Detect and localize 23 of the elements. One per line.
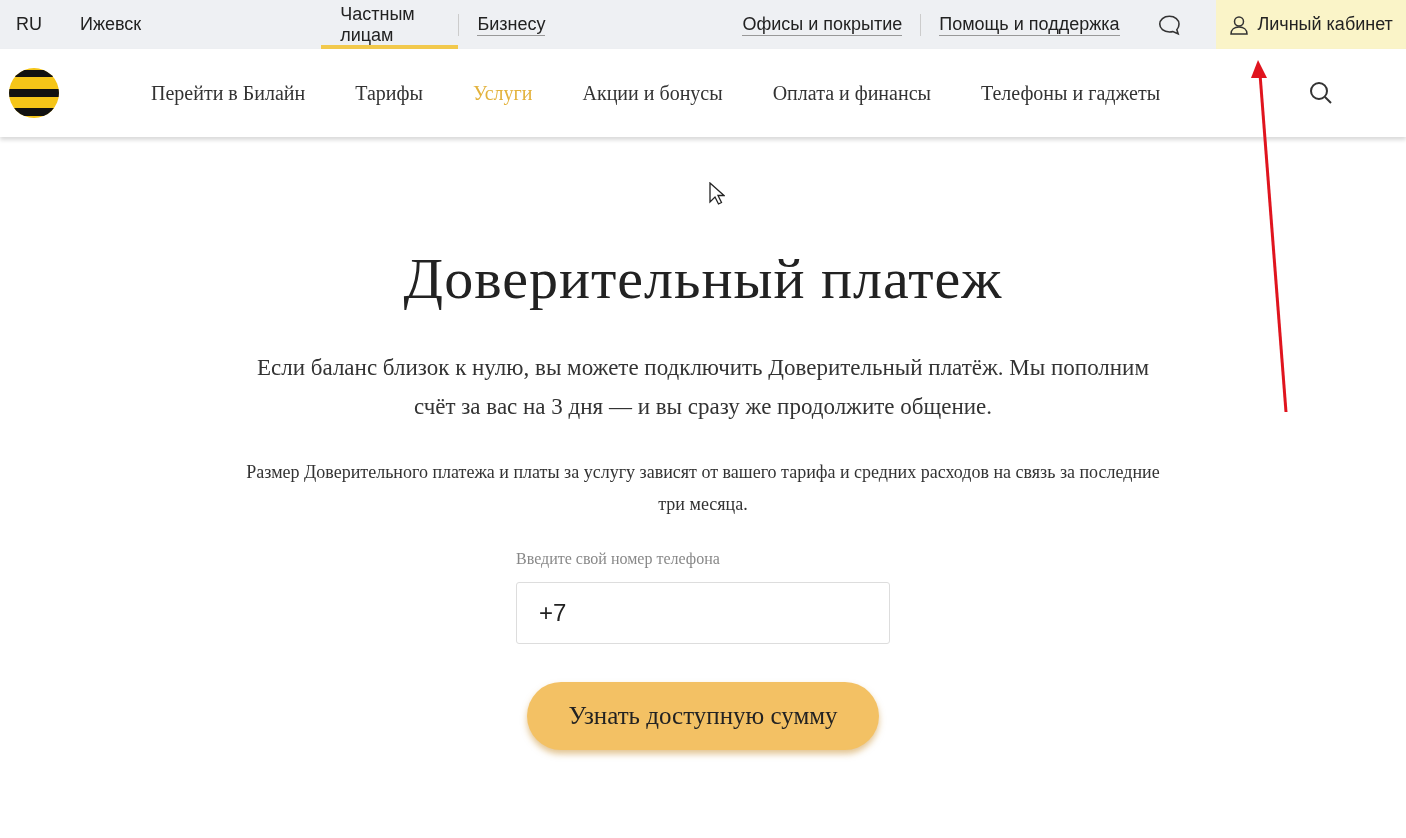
user-icon (1229, 14, 1250, 35)
logo-icon[interactable] (9, 68, 59, 118)
account-button[interactable]: Личный кабинет (1216, 0, 1406, 49)
language-link[interactable]: RU (16, 14, 42, 35)
top-link[interactable]: Помощь и поддержка (939, 13, 1120, 36)
submit-button[interactable]: Узнать доступную сумму (527, 682, 879, 750)
nav-link[interactable]: Оплата и финансы (772, 81, 931, 105)
search-icon[interactable] (1309, 81, 1333, 105)
segment-tab[interactable]: Бизнесу (458, 0, 565, 49)
field-label: Введите свой номер телефона (516, 550, 721, 568)
nav-link[interactable]: Перейти в Билайн (151, 81, 306, 105)
note-paragraph: Размер Доверительного платежа и платы за услугу зависят от вашего тарифа и средних расходов на связь за последние три месяца. (245, 461, 1161, 516)
cursor-icon (709, 182, 725, 206)
top-link[interactable]: Офисы и покрытие (742, 13, 903, 36)
nav-link[interactable]: Телефоны и гаджеты (980, 81, 1161, 105)
page-title: Доверительный платеж (403, 245, 1003, 312)
lead-paragraph: Если баланс близок к нулю, вы можете подключить Доверительный платёж. Мы пополним счёт за вас на 3 дня — и вы сразу же продолжите общение. (256, 354, 1150, 421)
nav-link[interactable]: Тарифы (355, 81, 423, 105)
city-link[interactable]: Ижевск (80, 14, 142, 35)
segment-tab[interactable]: Частным лицам (321, 0, 458, 49)
nav-link[interactable]: Акции и бонусы (582, 81, 723, 105)
phone-input-field[interactable]: +7 (516, 582, 890, 644)
chat-icon[interactable] (1157, 12, 1181, 37)
